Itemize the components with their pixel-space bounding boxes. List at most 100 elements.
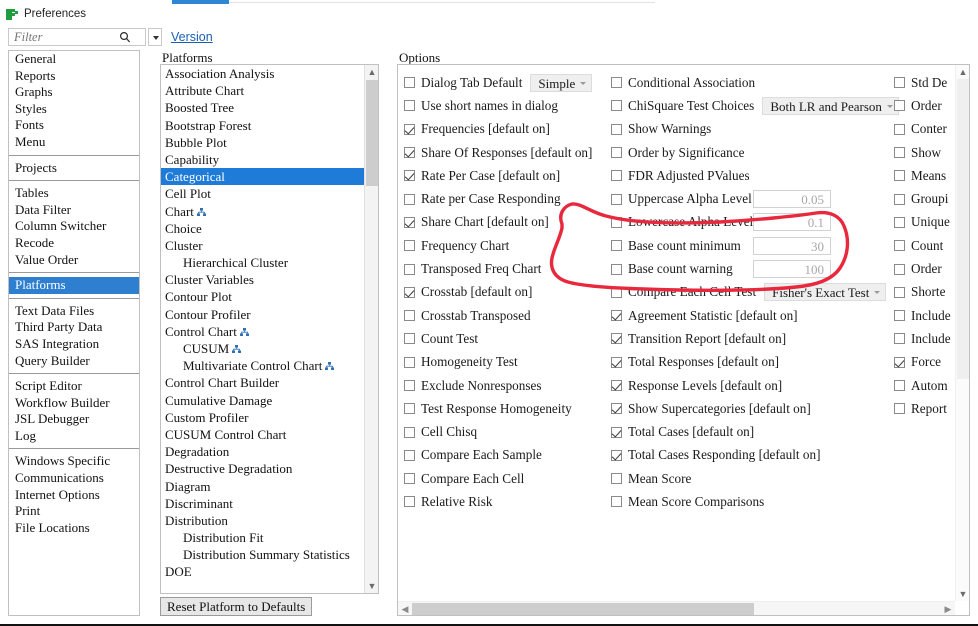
option-row-share-of-responses-default-on[interactable]: Share Of Responses [default on]: [404, 141, 614, 164]
category-item-data-filter[interactable]: Data Filter: [9, 202, 139, 219]
checkbox-autom[interactable]: [894, 380, 905, 391]
option-row-mean-score-comparisons[interactable]: Mean Score Comparisons: [611, 490, 896, 513]
category-item-sas-integration[interactable]: SAS Integration: [9, 336, 139, 353]
checkbox-include[interactable]: [894, 310, 905, 321]
version-link[interactable]: Version: [171, 30, 213, 44]
input-base-count-warning[interactable]: 100: [753, 260, 831, 278]
option-row-test-response-homogeneity[interactable]: Test Response Homogeneity: [404, 397, 614, 420]
options-panel[interactable]: Dialog Tab DefaultSimpleUse short names …: [397, 64, 970, 616]
category-item-file-locations[interactable]: File Locations: [9, 520, 139, 537]
platform-item-contour-plot[interactable]: Contour Plot: [161, 288, 365, 305]
checkbox-total-cases-default-on[interactable]: [611, 427, 622, 438]
checkbox-show-supercategories-default-on[interactable]: [611, 403, 622, 414]
option-row-compare-each-cell-test[interactable]: Compare Each Cell TestFisher's Exact Tes…: [611, 281, 896, 304]
option-row-total-cases-default-on[interactable]: Total Cases [default on]: [611, 420, 896, 443]
checkbox-rate-per-case-default-on[interactable]: [404, 170, 415, 181]
platform-item-degradation[interactable]: Degradation: [161, 443, 365, 460]
category-item-internet-options[interactable]: Internet Options: [9, 487, 139, 504]
checkbox-chisquare-test-choices[interactable]: [611, 100, 622, 111]
platforms-scrollbar-thumb[interactable]: [366, 80, 378, 186]
category-item-log[interactable]: Log: [9, 428, 139, 445]
category-item-recode[interactable]: Recode: [9, 235, 139, 252]
input-base-count-minimum[interactable]: 30: [753, 237, 831, 255]
category-item-windows-specific[interactable]: Windows Specific: [9, 453, 139, 470]
platform-item-multivariate-control-chart[interactable]: Multivariate Control Chart: [161, 357, 365, 374]
category-item-graphs[interactable]: Graphs: [9, 84, 139, 101]
checkbox-total-cases-responding-default-on[interactable]: [611, 450, 622, 461]
chevron-up-icon[interactable]: ▲: [956, 65, 970, 79]
platform-item-cumulative-damage[interactable]: Cumulative Damage: [161, 392, 365, 409]
checkbox-show-warnings[interactable]: [611, 124, 622, 135]
platform-item-control-chart-builder[interactable]: Control Chart Builder: [161, 374, 365, 391]
category-item-text-data-files[interactable]: Text Data Files: [9, 303, 139, 320]
platform-item-doe[interactable]: DOE: [161, 563, 365, 580]
category-item-menu[interactable]: Menu: [9, 134, 139, 151]
filter-box[interactable]: [8, 28, 146, 46]
checkbox-report[interactable]: [894, 403, 905, 414]
platform-item-custom-profiler[interactable]: Custom Profiler: [161, 409, 365, 426]
category-item-general[interactable]: General: [9, 51, 139, 68]
option-row-relative-risk[interactable]: Relative Risk: [404, 490, 614, 513]
platform-item-cusum[interactable]: CUSUM: [161, 340, 365, 357]
checkbox-show[interactable]: [894, 147, 905, 158]
platform-item-cluster[interactable]: Cluster: [161, 237, 365, 254]
platform-item-chart[interactable]: Chart: [161, 203, 365, 220]
dropdown-compare-each-cell-test[interactable]: Fisher's Exact Test: [764, 283, 886, 301]
option-row-response-levels-default-on[interactable]: Response Levels [default on]: [611, 374, 896, 397]
checkbox-base-count-warning[interactable]: [611, 264, 622, 275]
option-row-frequencies-default-on[interactable]: Frequencies [default on]: [404, 118, 614, 141]
checkbox-cell-chisq[interactable]: [404, 427, 415, 438]
option-row-total-responses-default-on[interactable]: Total Responses [default on]: [611, 351, 896, 374]
checkbox-share-of-responses-default-on[interactable]: [404, 147, 415, 158]
checkbox-transition-report-default-on[interactable]: [611, 333, 622, 344]
checkbox-conditional-association[interactable]: [611, 77, 622, 88]
checkbox-uppercase-alpha-level[interactable]: [611, 194, 622, 205]
chevron-up-icon[interactable]: ▲: [365, 65, 379, 79]
checkbox-dialog-tab-default[interactable]: [404, 77, 415, 88]
category-item-column-switcher[interactable]: Column Switcher: [9, 218, 139, 235]
checkbox-force[interactable]: [894, 357, 905, 368]
option-row-base-count-minimum[interactable]: Base count minimum30: [611, 234, 896, 257]
option-row-crosstab-transposed[interactable]: Crosstab Transposed: [404, 304, 614, 327]
category-list[interactable]: GeneralReportsGraphsStylesFontsMenuProje…: [8, 50, 140, 616]
option-row-uppercase-alpha-level[interactable]: Uppercase Alpha Level0.05: [611, 187, 896, 210]
checkbox-unique[interactable]: [894, 217, 905, 228]
checkbox-rate-per-case-responding[interactable]: [404, 194, 415, 205]
option-row-show-supercategories-default-on[interactable]: Show Supercategories [default on]: [611, 397, 896, 420]
platform-item-hierarchical-cluster[interactable]: Hierarchical Cluster: [161, 254, 365, 271]
option-row-transition-report-default-on[interactable]: Transition Report [default on]: [611, 327, 896, 350]
checkbox-std-de[interactable]: [894, 77, 905, 88]
category-item-fonts[interactable]: Fonts: [9, 117, 139, 134]
checkbox-shorte[interactable]: [894, 287, 905, 298]
option-row-dialog-tab-default[interactable]: Dialog Tab DefaultSimple: [404, 71, 614, 94]
checkbox-response-levels-default-on[interactable]: [611, 380, 622, 391]
category-item-styles[interactable]: Styles: [9, 101, 139, 118]
category-item-projects[interactable]: Projects: [9, 160, 139, 177]
category-item-script-editor[interactable]: Script Editor: [9, 378, 139, 395]
category-item-print[interactable]: Print: [9, 503, 139, 520]
category-item-workflow-builder[interactable]: Workflow Builder: [9, 395, 139, 412]
option-row-base-count-warning[interactable]: Base count warning100: [611, 257, 896, 280]
checkbox-mean-score[interactable]: [611, 473, 622, 484]
checkbox-means[interactable]: [894, 170, 905, 181]
option-row-exclude-nonresponses[interactable]: Exclude Nonresponses: [404, 374, 614, 397]
reset-platform-to-defaults-button[interactable]: Reset Platform to Defaults: [160, 597, 312, 616]
option-row-order-by-significance[interactable]: Order by Significance: [611, 141, 896, 164]
option-row-use-short-names-in-dialog[interactable]: Use short names in dialog: [404, 94, 614, 117]
checkbox-share-chart-default-on[interactable]: [404, 217, 415, 228]
dropdown-chisquare-test-choices[interactable]: Both LR and Pearson: [762, 97, 899, 115]
platform-item-cusum-control-chart[interactable]: CUSUM Control Chart: [161, 426, 365, 443]
platforms-scrollbar[interactable]: ▲ ▼: [364, 65, 378, 593]
checkbox-transposed-freq-chart[interactable]: [404, 264, 415, 275]
platform-item-distribution[interactable]: Distribution: [161, 512, 365, 529]
platform-item-cluster-variables[interactable]: Cluster Variables: [161, 271, 365, 288]
checkbox-count[interactable]: [894, 240, 905, 251]
filter-dropdown-button[interactable]: [148, 28, 162, 46]
checkbox-crosstab-transposed[interactable]: [404, 310, 415, 321]
checkbox-total-responses-default-on[interactable]: [611, 357, 622, 368]
options-hscrollbar-thumb[interactable]: [412, 603, 754, 615]
checkbox-compare-each-cell[interactable]: [404, 473, 415, 484]
option-row-conditional-association[interactable]: Conditional Association: [611, 71, 896, 94]
checkbox-fdr-adjusted-pvalues[interactable]: [611, 170, 622, 181]
platform-item-bootstrap-forest[interactable]: Bootstrap Forest: [161, 117, 365, 134]
